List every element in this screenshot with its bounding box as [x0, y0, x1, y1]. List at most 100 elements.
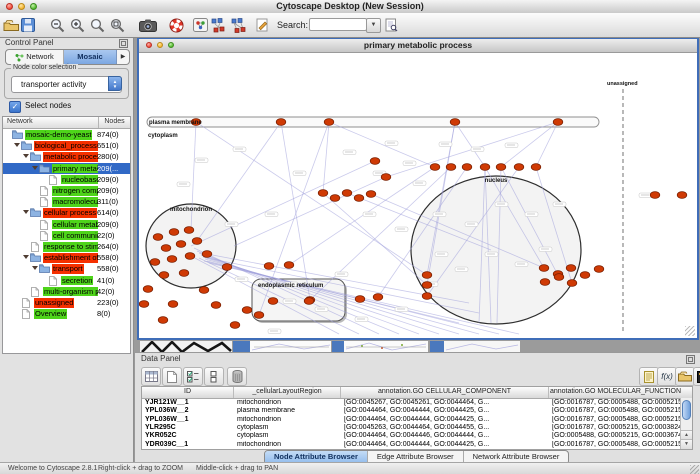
tree-row[interactable]: metabolic process280(0): [3, 151, 130, 162]
new-attribute-button[interactable]: [162, 367, 182, 386]
graph-node[interactable]: [422, 272, 432, 279]
graph-node[interactable]: [422, 293, 432, 300]
node-color-combobox[interactable]: transporter activity ▲▼: [11, 76, 122, 93]
graph-node[interactable]: [185, 253, 195, 260]
graph-node[interactable]: [354, 195, 364, 202]
expand-arrow-icon[interactable]: [14, 143, 20, 147]
select-attributes-button[interactable]: [183, 367, 203, 386]
vizmapper-button[interactable]: [193, 16, 208, 34]
search-input[interactable]: [309, 18, 367, 31]
zoom-fit-button[interactable]: [110, 16, 125, 34]
graph-node[interactable]: [169, 229, 179, 236]
import-attributes-button[interactable]: [639, 367, 659, 386]
snapshot-button[interactable]: [139, 16, 157, 34]
graph-node[interactable]: [450, 119, 460, 126]
graph-node[interactable]: [462, 164, 472, 171]
graph-node[interactable]: [496, 164, 506, 171]
table-row[interactable]: YKR052Ccytoplasm[GO:0044464, GO:0044446,…: [142, 432, 681, 440]
graph-node[interactable]: [139, 301, 149, 308]
attribute-table-button[interactable]: [141, 367, 161, 386]
table-row[interactable]: YPL036W__2plasma membrane[GO:0044464, GO…: [142, 407, 681, 415]
open-file-button[interactable]: [3, 16, 20, 34]
graph-node[interactable]: [318, 190, 328, 197]
zoom-selected-button[interactable]: [90, 16, 105, 34]
table-row[interactable]: YDR039C__1mitochondrion[GO:0044464, GO:0…: [142, 441, 681, 449]
layout-button-2[interactable]: [231, 16, 247, 34]
annotation-button[interactable]: [256, 16, 269, 34]
tree-row[interactable]: primary metabo209(...: [3, 163, 130, 174]
tree-row[interactable]: cellular process614(0): [3, 207, 130, 218]
graph-node[interactable]: [242, 307, 252, 314]
table-scrollbar[interactable]: ▲ ▼: [680, 398, 692, 449]
zoom-out-button[interactable]: [50, 16, 65, 34]
graph-node[interactable]: [373, 294, 383, 301]
select-nodes-checkbox[interactable]: ✓: [9, 101, 21, 113]
graph-node[interactable]: [179, 270, 189, 277]
graph-node[interactable]: [422, 282, 432, 289]
graph-node[interactable]: [230, 322, 240, 329]
graph-node[interactable]: [192, 238, 202, 245]
delete-attribute-button[interactable]: [227, 367, 247, 386]
tree-row[interactable]: cellular metabo209(0): [3, 219, 130, 230]
formula-button[interactable]: f(x): [657, 367, 677, 386]
graph-node[interactable]: [304, 298, 314, 305]
graph-node[interactable]: [539, 265, 549, 272]
help-button[interactable]: [169, 16, 184, 34]
graph-node[interactable]: [446, 164, 456, 171]
tree-row[interactable]: mosaic-demo-yeast874(0): [3, 129, 130, 140]
column-header-region[interactable]: _cellularLayoutRegion: [234, 387, 341, 398]
column-header-molecular-function[interactable]: annotation.GO MOLECULAR_FUNCTION: [549, 387, 682, 398]
graph-node[interactable]: [514, 164, 524, 171]
layout-button-1[interactable]: [211, 16, 227, 34]
app-resize-grip[interactable]: [690, 465, 699, 474]
tree-row[interactable]: secretion41(0): [3, 275, 130, 286]
tree-row[interactable]: transport558(0): [3, 263, 130, 274]
graph-node[interactable]: [430, 164, 440, 171]
table-row[interactable]: YLR295Ccytoplasm[GO:0045263, GO:0044464,…: [142, 424, 681, 432]
graph-node[interactable]: [158, 317, 168, 324]
tab-mosaic[interactable]: Mosaic: [64, 50, 117, 64]
scroll-down-icon[interactable]: ▼: [681, 439, 692, 449]
graph-node[interactable]: [168, 301, 178, 308]
tree-row[interactable]: nitrogen compo209(0): [3, 185, 130, 196]
unselect-attributes-button[interactable]: [204, 367, 224, 386]
scrollbar-thumb[interactable]: [682, 400, 691, 420]
graph-node[interactable]: [554, 274, 564, 281]
column-header-id[interactable]: ID: [142, 387, 234, 398]
graph-node[interactable]: [268, 298, 278, 305]
graph-node[interactable]: [355, 296, 365, 303]
graph-node[interactable]: [381, 174, 391, 181]
graph-node[interactable]: [211, 302, 221, 309]
float-data-panel-icon[interactable]: [686, 355, 695, 364]
graph-node[interactable]: [370, 158, 380, 165]
tree-row[interactable]: biological_process651(0): [3, 140, 130, 151]
graph-node[interactable]: [677, 192, 687, 199]
window-resize-grip[interactable]: [685, 326, 695, 336]
search-index-button[interactable]: [385, 16, 398, 34]
graph-node[interactable]: [150, 259, 160, 266]
matrix-button[interactable]: [693, 367, 700, 386]
tab-network[interactable]: Network: [6, 50, 64, 64]
graph-node[interactable]: [567, 280, 577, 287]
expand-arrow-icon[interactable]: [23, 210, 29, 214]
search-dropdown-button[interactable]: ▼: [366, 18, 381, 33]
graph-node[interactable]: [531, 164, 541, 171]
graph-node[interactable]: [366, 191, 376, 198]
tree-column-nodes[interactable]: Nodes: [99, 117, 130, 128]
graph-node[interactable]: [161, 245, 171, 252]
graph-node[interactable]: [159, 272, 169, 279]
tree-row[interactable]: nucleobase-209(0): [3, 174, 130, 185]
graph-node[interactable]: [566, 265, 576, 272]
graph-node[interactable]: [342, 190, 352, 197]
expand-arrow-icon[interactable]: [23, 255, 29, 259]
tree-row[interactable]: unassigned223(0): [3, 297, 130, 308]
zoom-in-button[interactable]: [70, 16, 85, 34]
tab-overflow-arrow[interactable]: ▶: [117, 50, 129, 64]
graph-node[interactable]: [276, 119, 286, 126]
graph-node[interactable]: [594, 266, 604, 273]
tree-row[interactable]: multi-organism pro42(0): [3, 286, 130, 297]
tree-row[interactable]: response to stimul264(0): [3, 241, 130, 252]
graph-node[interactable]: [553, 119, 563, 126]
graph-node[interactable]: [284, 262, 294, 269]
graph-node[interactable]: [650, 192, 660, 199]
